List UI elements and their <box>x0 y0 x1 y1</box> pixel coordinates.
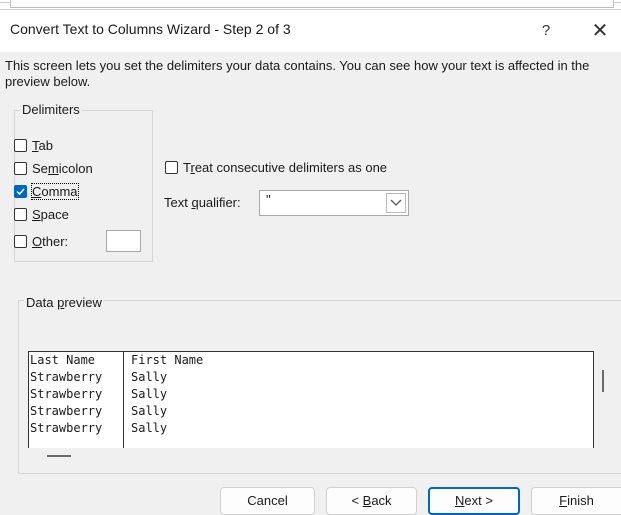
text-qualifier-value: " <box>266 192 271 207</box>
background-window-strip <box>0 0 621 9</box>
semicolon-checkbox-row[interactable]: Semicolon <box>14 159 93 177</box>
space-label: Space <box>32 206 69 222</box>
cancel-button[interactable]: Cancel <box>220 487 315 515</box>
help-button[interactable]: ? <box>528 14 564 48</box>
chevron-down-icon[interactable] <box>386 193 406 213</box>
instructions-text: This screen lets you set the delimiters … <box>5 58 590 89</box>
preview-cell: Sally <box>131 421 168 435</box>
other-checkbox-row[interactable]: Other: <box>14 232 68 250</box>
text-qualifier-label: Text qualifier: <box>164 195 241 210</box>
background-field <box>10 0 614 8</box>
comma-checkbox[interactable] <box>14 184 27 198</box>
preview-column-2: First Name Sally Sally Sally Sally <box>125 352 203 437</box>
preview-cell: Sally <box>131 370 168 384</box>
consecutive-delimiters-checkbox[interactable] <box>165 160 178 174</box>
preview-cell: Strawberry <box>30 387 103 401</box>
tab-checkbox[interactable] <box>14 138 27 152</box>
vertical-scrollbar-thumb[interactable] <box>602 370 604 392</box>
close-button[interactable]: ✕ <box>582 14 618 48</box>
preview-cell: Strawberry <box>30 421 103 435</box>
preview-column-1: Last Name Strawberry Strawberry Strawber… <box>29 352 124 448</box>
wizard-dialog: Convert Text to Columns Wizard - Step 2 … <box>0 9 621 515</box>
title-bar: Convert Text to Columns Wizard - Step 2 … <box>0 10 621 52</box>
consecutive-checkbox-row[interactable]: Treat consecutive delimiters as one <box>165 158 387 176</box>
other-label: Other: <box>32 233 69 249</box>
semicolon-label: Semicolon <box>32 160 93 176</box>
consecutive-delimiters-label: Treat consecutive delimiters as one <box>183 159 388 175</box>
other-delimiter-input[interactable] <box>106 230 141 252</box>
horizontal-scrollbar-thumb[interactable] <box>47 455 71 457</box>
preview-cell: Strawberry <box>30 370 103 384</box>
finish-button[interactable]: Finish <box>531 487 621 515</box>
preview-cell: Strawberry <box>30 404 103 418</box>
checkmark-icon <box>16 187 25 195</box>
preview-cell: Sally <box>131 404 168 418</box>
semicolon-checkbox[interactable] <box>14 161 27 175</box>
comma-label: Comma <box>31 182 79 200</box>
preview-cell: First Name <box>131 353 204 367</box>
preview-cell: Last Name <box>30 353 96 367</box>
preview-cell: Sally <box>131 387 168 401</box>
space-checkbox[interactable] <box>14 207 27 221</box>
other-checkbox[interactable] <box>14 234 27 248</box>
tab-label: Tab <box>32 137 53 153</box>
delimiters-group-label: Delimiters <box>20 102 82 117</box>
window-title: Convert Text to Columns Wizard - Step 2 … <box>10 21 291 37</box>
back-button[interactable]: < Back <box>326 487 417 515</box>
data-preview-grid[interactable]: Last Name Strawberry Strawberry Strawber… <box>28 351 594 448</box>
text-qualifier-select[interactable]: " <box>259 190 409 216</box>
comma-checkbox-row[interactable]: Comma <box>14 182 79 200</box>
data-preview-label: Data preview <box>24 295 104 310</box>
next-button[interactable]: Next > <box>428 487 520 515</box>
tab-checkbox-row[interactable]: Tab <box>14 136 53 154</box>
space-checkbox-row[interactable]: Space <box>14 205 69 223</box>
